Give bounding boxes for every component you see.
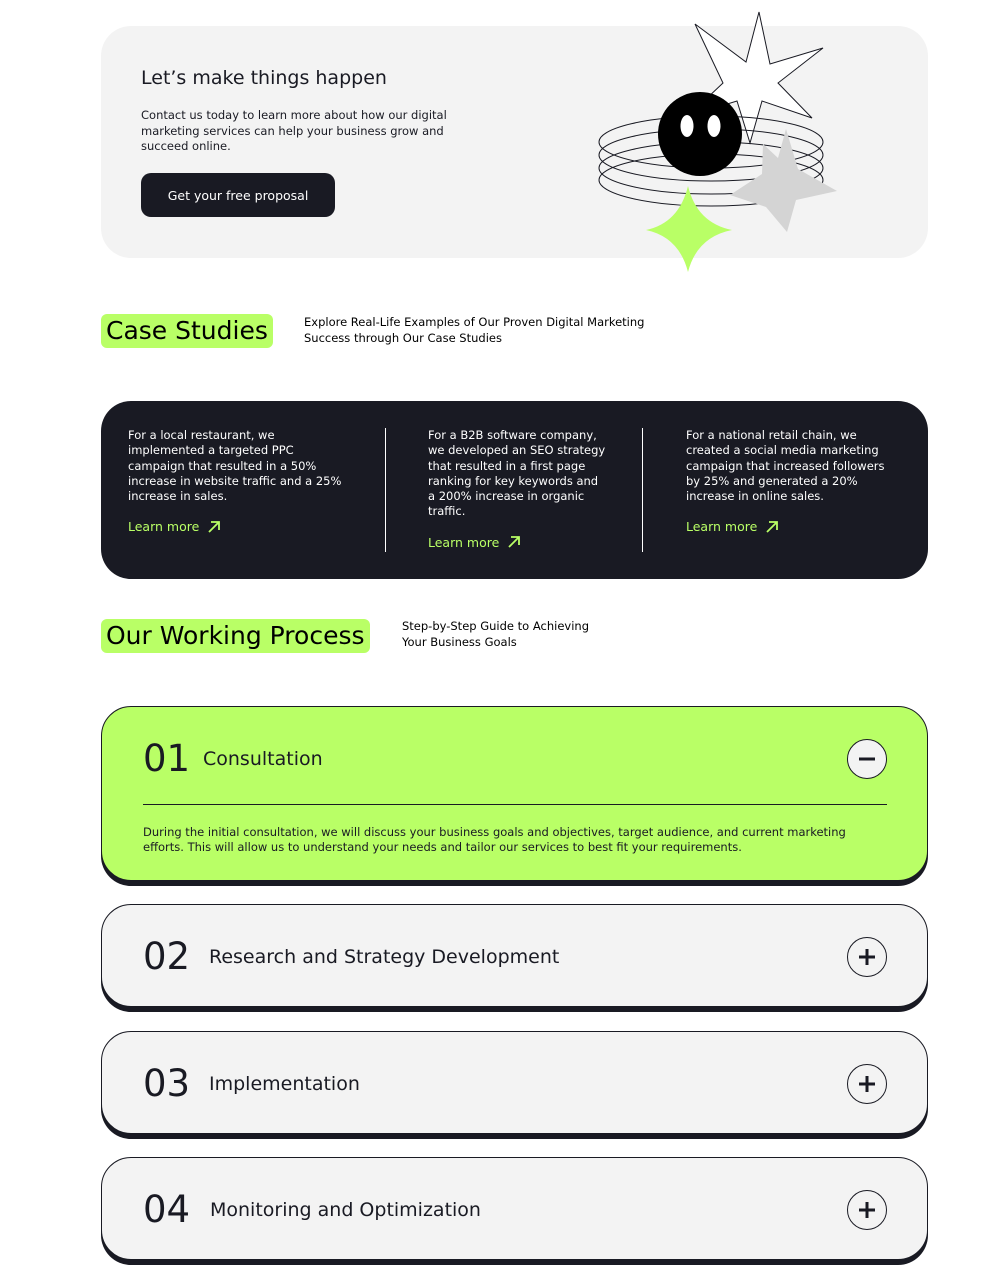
green-sparkle-shape — [646, 186, 732, 272]
step-number: 04 — [143, 1188, 191, 1231]
process-step-consultation[interactable]: 01 Consultation During the initial consu… — [101, 706, 928, 881]
step-title: Implementation — [209, 1073, 360, 1095]
learn-more-label: Learn more — [428, 534, 500, 550]
get-proposal-button[interactable]: Get your free proposal — [141, 173, 335, 217]
case-study-text: For a national retail chain, we created … — [686, 428, 885, 504]
minus-icon — [859, 757, 875, 761]
case-study-item: For a B2B software company, we developed… — [428, 428, 606, 551]
process-step-research[interactable]: 02 Research and Strategy Development — [101, 904, 928, 1007]
case-study-item: For a local restaurant, we implemented a… — [128, 428, 350, 536]
case-study-text: For a local restaurant, we implemented a… — [128, 428, 342, 504]
case-divider — [642, 428, 643, 552]
expand-button[interactable] — [847, 937, 887, 977]
case-studies-description: Explore Real-Life Examples of Our Proven… — [304, 315, 645, 345]
plus-icon — [859, 949, 875, 965]
step-title: Monitoring and Optimization — [210, 1199, 481, 1221]
case-study-text: For a B2B software company, we developed… — [428, 428, 606, 519]
step-divider — [143, 804, 887, 805]
arrow-up-right-icon — [508, 536, 521, 549]
black-face-circle — [658, 92, 742, 176]
learn-more-link[interactable]: Learn more — [128, 519, 221, 534]
learn-more-link[interactable]: Learn more — [428, 535, 521, 550]
step-number: 01 — [143, 737, 191, 780]
grey-star-shape — [730, 129, 837, 232]
arrow-up-right-icon — [766, 521, 779, 533]
learn-more-label: Learn more — [686, 519, 758, 535]
case-studies-heading: Case Studies — [101, 314, 273, 348]
collapse-button[interactable] — [847, 739, 887, 779]
learn-more-label: Learn more — [128, 519, 200, 535]
cta-text: Contact us today to learn more about how… — [141, 108, 447, 153]
case-study-item: For a national retail chain, we created … — [686, 428, 898, 536]
working-process-description: Step-by-Step Guide to Achieving Your Bus… — [402, 619, 589, 649]
working-process-heading: Our Working Process — [101, 619, 370, 653]
step-title: Consultation — [203, 748, 323, 770]
case-divider — [385, 428, 386, 552]
arrow-up-right-icon — [208, 521, 221, 533]
plus-icon — [859, 1076, 875, 1092]
step-number: 02 — [143, 935, 191, 978]
case-studies-panel: For a local restaurant, we implemented a… — [101, 401, 928, 579]
step-title: Research and Strategy Development — [209, 946, 560, 968]
expand-button[interactable] — [847, 1064, 887, 1104]
step-description: During the initial consultation, we will… — [143, 825, 846, 855]
cta-title: Let’s make things happen — [141, 67, 387, 89]
process-step-implementation[interactable]: 03 Implementation — [101, 1031, 928, 1134]
step-number: 03 — [143, 1062, 191, 1105]
decorative-illustration — [598, 11, 837, 272]
expand-button[interactable] — [847, 1190, 887, 1230]
process-step-monitoring[interactable]: 04 Monitoring and Optimization — [101, 1157, 928, 1260]
plus-icon — [859, 1202, 875, 1218]
learn-more-link[interactable]: Learn more — [686, 519, 779, 534]
